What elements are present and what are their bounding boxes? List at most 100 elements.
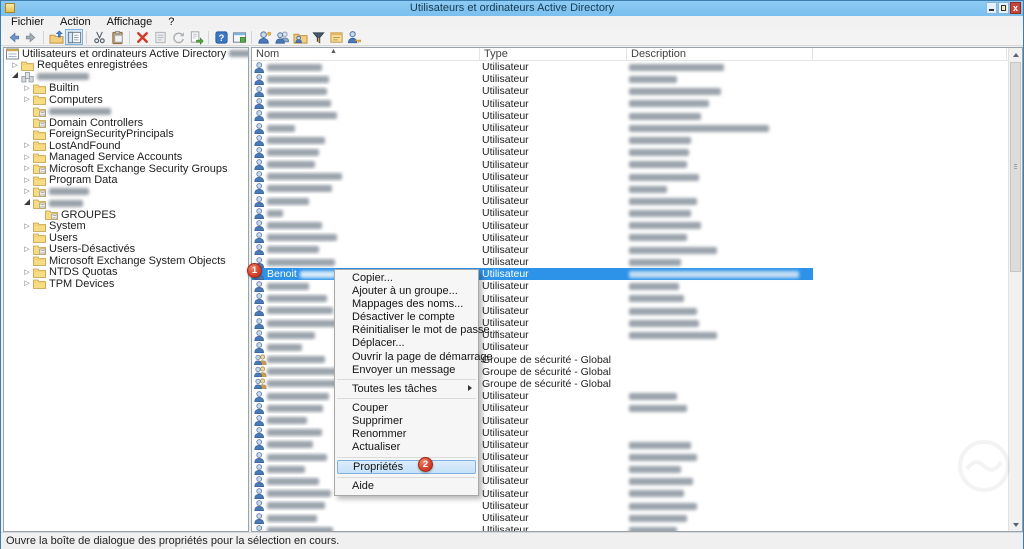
minimize-button[interactable] xyxy=(986,2,997,14)
scroll-down-button[interactable] xyxy=(1009,518,1022,531)
tree-item-system[interactable]: ▷ System xyxy=(4,220,248,232)
column-header-description[interactable]: Description xyxy=(627,48,813,60)
table-row[interactable]: Utilisateur xyxy=(252,232,1008,244)
table-row[interactable]: Utilisateur xyxy=(252,256,1008,268)
context-menu-item-envoyer-un-message[interactable]: Envoyer un message xyxy=(335,364,478,377)
context-menu-item-ajouter-à-un-groupe[interactable]: Ajouter à un groupe... xyxy=(335,285,478,298)
table-row[interactable]: Utilisateur xyxy=(252,207,1008,219)
maximize-button[interactable] xyxy=(998,2,1009,14)
tree-item-builtin[interactable]: ▷ Builtin xyxy=(4,82,248,94)
context-menu-item-aide[interactable]: Aide xyxy=(335,480,478,493)
tree-item-ntds-quotas[interactable]: ▷ NTDS Quotas xyxy=(4,266,248,278)
tree-expand-icon[interactable]: ▷ xyxy=(21,163,33,174)
properties-icon[interactable] xyxy=(151,29,169,45)
cut-icon[interactable] xyxy=(90,29,108,45)
table-row[interactable]: Utilisateur xyxy=(252,244,1008,256)
up-level-icon[interactable] xyxy=(47,29,65,45)
table-row[interactable]: Utilisateur xyxy=(252,171,1008,183)
tree-item-redacted[interactable] xyxy=(4,106,248,118)
new-ou-icon[interactable] xyxy=(327,29,345,45)
tree-item-lostandfound[interactable]: ▷ LostAndFound xyxy=(4,140,248,152)
tree-item-domain-controllers[interactable]: Domain Controllers xyxy=(4,117,248,129)
tree-item-foreignsecurityprincipals[interactable]: ForeignSecurityPrincipals xyxy=(4,128,248,140)
table-row[interactable]: Utilisateur xyxy=(252,85,1008,97)
context-menu-item-supprimer[interactable]: Supprimer xyxy=(335,415,478,428)
table-row[interactable]: Utilisateur xyxy=(252,195,1008,207)
column-header-type[interactable]: Type xyxy=(480,48,627,60)
refresh-icon[interactable] xyxy=(169,29,187,45)
tree-item-groupes[interactable]: GROUPES xyxy=(4,209,248,221)
paste-icon[interactable] xyxy=(108,29,126,45)
tree-item-utilisateurs-et-ordinateurs-active-directory[interactable]: Utilisateurs et ordinateurs Active Direc… xyxy=(4,48,248,60)
context-menu-item-ouvrir-la-page-de-démarrage[interactable]: Ouvrir la page de démarrage xyxy=(335,351,493,364)
delegate-icon[interactable] xyxy=(345,29,363,45)
new-user-icon[interactable] xyxy=(255,29,273,45)
tree-item-requ-tes-enregistr-es[interactable]: ▷ Requêtes enregistrées xyxy=(4,59,248,71)
copy-user-icon[interactable] xyxy=(273,29,291,45)
tree-item-microsoft-exchange-system-objects[interactable]: Microsoft Exchange System Objects xyxy=(4,255,248,267)
tree-expand-icon[interactable]: ▷ xyxy=(21,140,33,151)
menu-?[interactable]: ? xyxy=(160,16,182,29)
back-icon[interactable] xyxy=(4,29,22,45)
new-window-icon[interactable] xyxy=(230,29,248,45)
table-row[interactable]: Utilisateur xyxy=(252,61,1008,73)
context-menu-item-mappages-des-noms[interactable]: Mappages des noms... xyxy=(335,298,478,311)
tree-expand-icon[interactable]: ▷ xyxy=(21,267,33,278)
show-console-tree-icon[interactable] xyxy=(65,29,83,45)
tree-item-managed-service-accounts[interactable]: ▷ Managed Service Accounts xyxy=(4,151,248,163)
filter-icon[interactable] xyxy=(309,29,327,45)
table-row[interactable]: Utilisateur xyxy=(252,219,1008,232)
tree-collapse-icon[interactable] xyxy=(21,198,33,209)
table-row[interactable]: Utilisateur xyxy=(252,134,1008,146)
new-group-icon[interactable] xyxy=(291,29,309,45)
table-row[interactable]: Utilisateur xyxy=(252,500,1008,512)
column-header-empty[interactable] xyxy=(813,48,1007,60)
scrollbar-thumb[interactable] xyxy=(1010,62,1021,272)
table-row[interactable]: Utilisateur xyxy=(252,183,1008,195)
tree-expand-icon[interactable]: ▷ xyxy=(21,175,33,186)
table-row[interactable]: Utilisateur xyxy=(252,524,1008,531)
table-row[interactable]: Utilisateur xyxy=(252,110,1008,122)
menu-affichage[interactable]: Affichage xyxy=(99,16,161,29)
tree-expand-icon[interactable]: ▷ xyxy=(21,94,33,105)
context-menu-item-copier[interactable]: Copier... xyxy=(335,272,478,285)
table-row[interactable]: Utilisateur xyxy=(252,512,1008,524)
context-menu-item-désactiver-le-compte[interactable]: Désactiver le compte xyxy=(335,311,478,324)
tree-item-tpm-devices[interactable]: ▷ TPM Devices xyxy=(4,278,248,290)
close-button[interactable]: x xyxy=(1010,2,1021,14)
table-row[interactable]: Utilisateur xyxy=(252,146,1008,158)
tree-item-redacted[interactable] xyxy=(4,71,248,83)
title-bar[interactable]: Utilisateurs et ordinateurs Active Direc… xyxy=(1,1,1023,16)
context-menu-item-toutes-les-tâches[interactable]: Toutes les tâches xyxy=(335,383,478,396)
tree-item-redacted[interactable]: ▷ xyxy=(4,186,248,198)
tree-expand-icon[interactable]: ▷ xyxy=(21,186,33,197)
context-menu-item-actualiser[interactable]: Actualiser xyxy=(335,441,478,454)
column-header-nom[interactable]: Nom ▲ xyxy=(252,48,480,60)
tree-expand-icon[interactable]: ▷ xyxy=(21,278,33,289)
tree-item-computers[interactable]: ▷ Computers xyxy=(4,94,248,106)
tree-expand-icon[interactable]: ▷ xyxy=(21,152,33,163)
tree-expand-icon[interactable]: ▷ xyxy=(9,60,21,71)
context-menu-item-déplacer[interactable]: Déplacer... xyxy=(335,337,478,350)
tree-item-users-d-sactiv-s[interactable]: ▷ Users-Désactivés xyxy=(4,243,248,255)
forward-icon[interactable] xyxy=(22,29,40,45)
menu-action[interactable]: Action xyxy=(52,16,99,29)
menu-fichier[interactable]: Fichier xyxy=(3,16,52,29)
tree-expand-icon[interactable]: ▷ xyxy=(21,83,33,94)
table-row[interactable]: Utilisateur xyxy=(252,122,1008,134)
table-row[interactable]: Utilisateur xyxy=(252,73,1008,85)
context-menu-item-couper[interactable]: Couper xyxy=(335,402,478,415)
scroll-up-button[interactable] xyxy=(1009,48,1022,61)
table-row[interactable]: Utilisateur xyxy=(252,159,1008,171)
context-menu-item-propriétés[interactable]: Propriétés xyxy=(337,460,476,475)
tree-collapse-icon[interactable] xyxy=(9,71,21,82)
context-menu-item-renommer[interactable]: Renommer xyxy=(335,428,478,441)
tree-item-microsoft-exchange-security-groups[interactable]: ▷ Microsoft Exchange Security Groups xyxy=(4,163,248,175)
tree-item-redacted[interactable] xyxy=(4,198,248,210)
table-row[interactable]: Utilisateur xyxy=(252,98,1008,110)
tree-expand-icon[interactable]: ▷ xyxy=(21,244,33,255)
context-menu-item-réinitialiser-le-mot-de-passe[interactable]: Réinitialiser le mot de passe... xyxy=(335,324,499,337)
tree-item-users[interactable]: Users xyxy=(4,232,248,244)
tree-item-program-data[interactable]: ▷ Program Data xyxy=(4,174,248,186)
delete-icon[interactable] xyxy=(133,29,151,45)
